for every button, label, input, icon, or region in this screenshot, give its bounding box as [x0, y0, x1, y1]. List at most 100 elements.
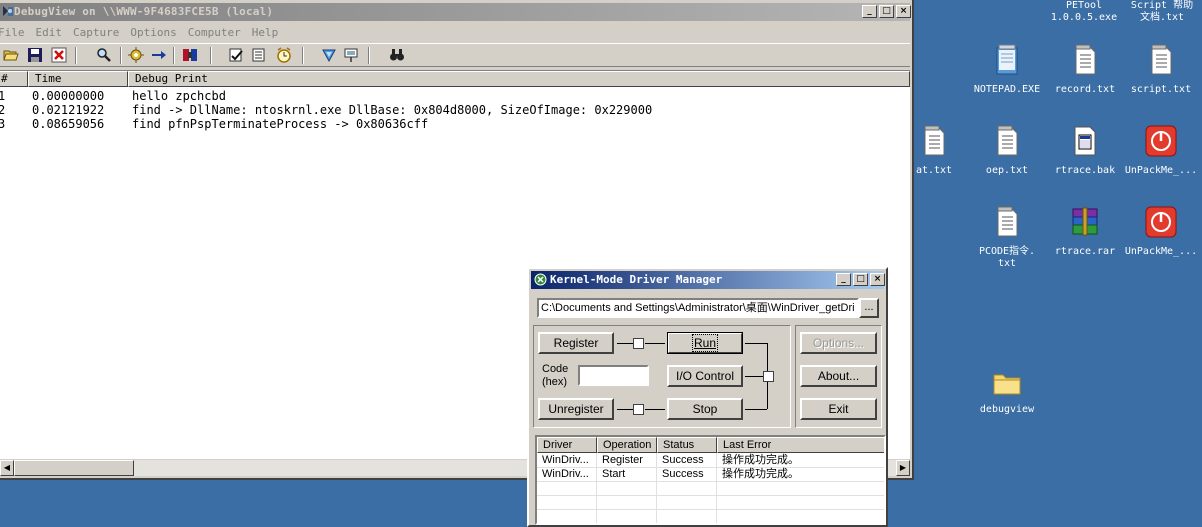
unregister-button-label: Unregister — [548, 402, 604, 416]
menu-computer[interactable]: Computer — [188, 24, 241, 41]
io-control-button[interactable]: I/O Control — [667, 365, 743, 387]
code-label: Code — [542, 363, 569, 375]
driver-log-list[interactable]: Driver Operation Status Last Error WinDr… — [535, 435, 886, 525]
log-driver: WinDriv... — [542, 468, 589, 480]
clear-icon[interactable] — [51, 47, 67, 63]
connector-line — [745, 376, 763, 377]
io-status-checkbox[interactable] — [763, 371, 774, 382]
column-header-driver[interactable]: Driver — [537, 437, 597, 453]
log-error: 操作成功完成。 — [722, 468, 799, 480]
desktop-icon-record[interactable]: record.txt — [1045, 44, 1125, 96]
find-icon[interactable] — [96, 47, 112, 63]
scroll-thumb[interactable] — [14, 460, 134, 476]
clock-icon[interactable] — [276, 47, 292, 63]
desktop-icon-label: PCODE指令. — [978, 246, 1036, 257]
column-header-time[interactable]: Time — [28, 71, 128, 87]
connector-line — [745, 343, 767, 344]
debugview-title: DebugView on \\WWW-9F4683FCE5B (local) — [14, 5, 274, 18]
menu-file[interactable]: File — [0, 24, 25, 41]
row-time: 0.08659056 — [32, 117, 105, 131]
row-number: 2 — [0, 103, 6, 117]
save-icon[interactable] — [27, 47, 43, 63]
column-header-debug-print[interactable]: Debug Print — [128, 71, 910, 87]
debugview-titlebar[interactable]: DebugView on \\WWW-9F4683FCE5B (local) _… — [0, 3, 911, 21]
desktop-icon-notepad[interactable]: NOTEPAD.EXE — [967, 44, 1047, 96]
menu-help[interactable]: Help — [252, 24, 279, 41]
folder-icon — [993, 374, 1021, 395]
column-header-status[interactable]: Status — [657, 437, 717, 453]
stop-button[interactable]: Stop — [667, 398, 743, 420]
connect-icon[interactable] — [343, 47, 359, 63]
row-number: 1 — [0, 89, 6, 103]
minimize-button[interactable]: _ — [836, 273, 851, 286]
capture-icon[interactable] — [128, 47, 144, 63]
search-icon[interactable] — [389, 47, 405, 63]
unregister-button[interactable]: Unregister — [538, 398, 614, 420]
desktop-icon-label: record.txt — [1054, 84, 1116, 95]
row-time: 0.02121922 — [32, 103, 105, 117]
column-header-number[interactable]: # — [0, 71, 28, 87]
exit-button-label: Exit — [828, 402, 849, 416]
options-button[interactable]: Options... — [800, 332, 877, 354]
desktop-icon-label: UnPackMe_... — [1124, 246, 1198, 257]
rar-archive-icon — [1072, 207, 1098, 236]
desktop-icon-script[interactable]: script.txt — [1121, 44, 1201, 96]
minimize-button[interactable]: _ — [862, 5, 877, 18]
kmdm-title: Kernel-Mode Driver Manager — [550, 273, 723, 286]
debugview-app-icon — [3, 6, 13, 16]
menu-capture[interactable]: Capture — [73, 24, 119, 41]
about-button[interactable]: About... — [800, 365, 877, 387]
desktop-icon-oep[interactable]: oep.txt — [967, 125, 1047, 177]
highlight-icon[interactable] — [321, 47, 337, 63]
history-icon[interactable] — [228, 47, 244, 63]
list-item[interactable]: WinDriv... Start Success 操作成功完成。 — [537, 468, 884, 482]
open-icon[interactable] — [3, 47, 19, 63]
autoscroll-icon[interactable] — [151, 47, 167, 63]
desktop-icon-label: PETool — [1065, 0, 1103, 11]
desktop: PETool 1.0.0.5.exe Script 帮助 文档.txt NOTE… — [0, 0, 1202, 527]
text-file-icon — [924, 125, 945, 156]
menu-options[interactable]: Options — [130, 24, 176, 41]
column-header-last-error[interactable]: Last Error — [717, 437, 884, 453]
filter-icon[interactable] — [182, 47, 198, 63]
desktop-icon-label: rtrace.rar — [1054, 246, 1116, 257]
list-item — [537, 482, 884, 496]
desktop-icon-debugview-folder[interactable]: debugview — [967, 370, 1047, 416]
settings-icon[interactable] — [251, 47, 267, 63]
menu-edit[interactable]: Edit — [36, 24, 63, 41]
list-item[interactable]: WinDriv... Register Success 操作成功完成。 — [537, 454, 884, 468]
desktop-icon-rtrace-rar[interactable]: rtrace.rar — [1045, 206, 1125, 258]
code-input[interactable] — [578, 365, 649, 386]
desktop-icon-label: script.txt — [1130, 84, 1192, 95]
scroll-right-icon[interactable]: ▶ — [896, 460, 910, 476]
column-header-operation[interactable]: Operation — [597, 437, 657, 453]
kmdm-app-icon — [534, 273, 547, 286]
kmdm-titlebar[interactable]: Kernel-Mode Driver Manager _ □ × — [531, 271, 885, 289]
desktop-icon-label: txt — [997, 258, 1017, 269]
close-button[interactable]: × — [896, 5, 911, 18]
run-button[interactable]: Run — [667, 332, 743, 354]
hex-label: (hex) — [542, 376, 568, 388]
scroll-left-icon[interactable]: ◀ — [0, 460, 14, 476]
desktop-icon-pcode[interactable]: PCODE指令. txt — [967, 206, 1047, 270]
desktop-icon-unpackme-2[interactable]: UnPackMe_... — [1121, 206, 1201, 258]
row-text: find pfnPspTerminateProcess -> 0x80636cf… — [132, 117, 429, 131]
debugview-menubar: File Edit Capture Options Computer Help — [0, 24, 910, 41]
exit-button[interactable]: Exit — [800, 398, 877, 420]
maximize-button[interactable]: □ — [853, 273, 868, 286]
desktop-icon-rtrace-bak[interactable]: rtrace.bak — [1045, 125, 1125, 177]
connector-line — [617, 343, 633, 344]
register-status-checkbox[interactable] — [633, 338, 644, 349]
browse-button[interactable]: ... — [859, 298, 879, 318]
connector-line — [645, 343, 665, 344]
driver-path-field[interactable]: C:\Documents and Settings\Administrator\… — [537, 298, 859, 318]
options-button-label: Options... — [812, 336, 865, 350]
register-button[interactable]: Register — [538, 332, 614, 354]
desktop-icon-unpackme-1[interactable]: UnPackMe_... — [1121, 125, 1201, 177]
maximize-button[interactable]: □ — [879, 5, 894, 18]
desktop-icon-script-help[interactable]: Script 帮助 文档.txt — [1124, 0, 1200, 24]
connector-line — [645, 409, 665, 410]
unregister-status-checkbox[interactable] — [633, 404, 644, 415]
close-button[interactable]: × — [870, 273, 885, 286]
desktop-icon-petool[interactable]: PETool 1.0.0.5.exe — [1046, 0, 1122, 24]
